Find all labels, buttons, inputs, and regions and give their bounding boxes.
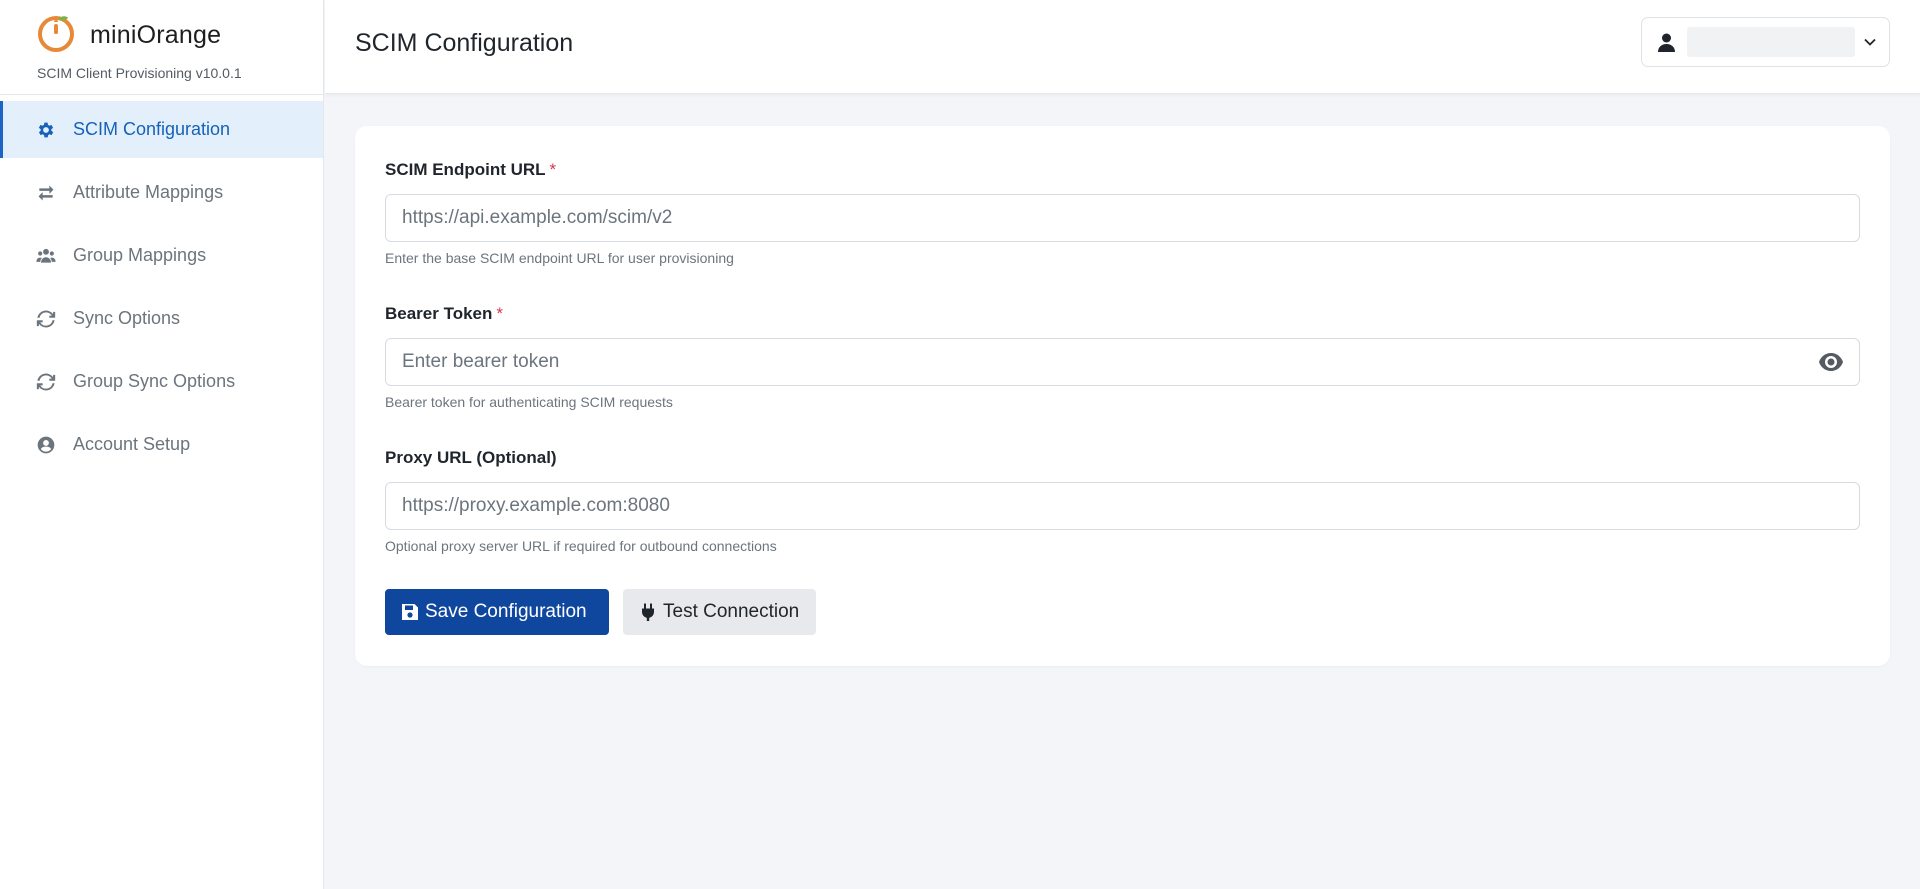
brand: miniOrange SCIM Client Provisioning v10.… xyxy=(0,0,323,95)
sidebar-item-label: Group Sync Options xyxy=(73,371,236,391)
eye-icon[interactable] xyxy=(1819,353,1843,371)
test-connection-button[interactable]: Test Connection xyxy=(623,589,816,635)
sidebar-item-label: SCIM Configuration xyxy=(73,119,231,139)
endpoint-label: SCIM Endpoint URL * xyxy=(385,160,557,179)
sidebar: miniOrange SCIM Client Provisioning v10.… xyxy=(0,0,324,889)
token-field[interactable] xyxy=(385,338,1860,386)
gear-icon xyxy=(36,120,56,140)
endpoint-input[interactable] xyxy=(402,195,1859,241)
sidebar-item-group-sync-options[interactable]: Group Sync Options xyxy=(0,353,323,410)
save-icon xyxy=(401,603,419,621)
page-title: SCIM Configuration xyxy=(355,29,574,57)
proxy-label: Proxy URL (Optional) xyxy=(385,448,557,467)
sidebar-item-sync-options[interactable]: Sync Options xyxy=(0,290,323,347)
save-configuration-label: Save Configuration xyxy=(425,601,587,622)
token-label: Bearer Token * xyxy=(385,304,504,323)
token-help: Bearer token for authenticating SCIM req… xyxy=(385,394,673,410)
sidebar-item-attribute-mappings[interactable]: Attribute Mappings xyxy=(0,164,323,221)
plug-icon xyxy=(639,603,657,621)
users-icon xyxy=(36,246,56,266)
user-name xyxy=(1687,27,1855,57)
proxy-field[interactable] xyxy=(385,482,1860,530)
user-menu[interactable] xyxy=(1641,17,1890,67)
proxy-input[interactable] xyxy=(402,483,1859,529)
configuration-card: SCIM Endpoint URL* Enter the base SCIM e… xyxy=(355,126,1890,666)
user-circle-icon xyxy=(36,435,56,455)
sidebar-item-label: Attribute Mappings xyxy=(73,182,224,202)
app-version: SCIM Client Provisioning v10.0.1 xyxy=(37,65,242,81)
sidebar-item-label: Account Setup xyxy=(73,434,191,454)
sync-icon xyxy=(36,309,56,329)
sidebar-item-account-setup[interactable]: Account Setup xyxy=(0,416,323,473)
required-mark: * xyxy=(496,304,504,323)
test-connection-label: Test Connection xyxy=(663,601,800,622)
user-icon xyxy=(1658,33,1675,52)
miniorange-logo-icon xyxy=(36,12,78,59)
sync-icon xyxy=(36,372,56,392)
sidebar-item-group-mappings[interactable]: Group Mappings xyxy=(0,227,323,284)
sidebar-item-label: Sync Options xyxy=(73,308,181,328)
required-mark: * xyxy=(549,160,557,179)
top-bar: SCIM Configuration xyxy=(325,0,1920,94)
endpoint-help: Enter the base SCIM endpoint URL for use… xyxy=(385,250,734,266)
chevron-down-icon xyxy=(1863,35,1877,49)
token-input[interactable] xyxy=(402,339,1802,385)
sidebar-item-label: Group Mappings xyxy=(73,245,207,265)
endpoint-field[interactable] xyxy=(385,194,1860,242)
save-configuration-button[interactable]: Save Configuration xyxy=(385,589,609,635)
arrows-exchange-icon xyxy=(36,183,56,203)
brand-name: miniOrange xyxy=(90,21,222,49)
sidebar-item-scim-configuration[interactable]: SCIM Configuration xyxy=(0,101,323,158)
proxy-help: Optional proxy server URL if required fo… xyxy=(385,538,777,554)
sidebar-nav: SCIM Configuration Attribute Mappings Gr… xyxy=(0,101,323,473)
